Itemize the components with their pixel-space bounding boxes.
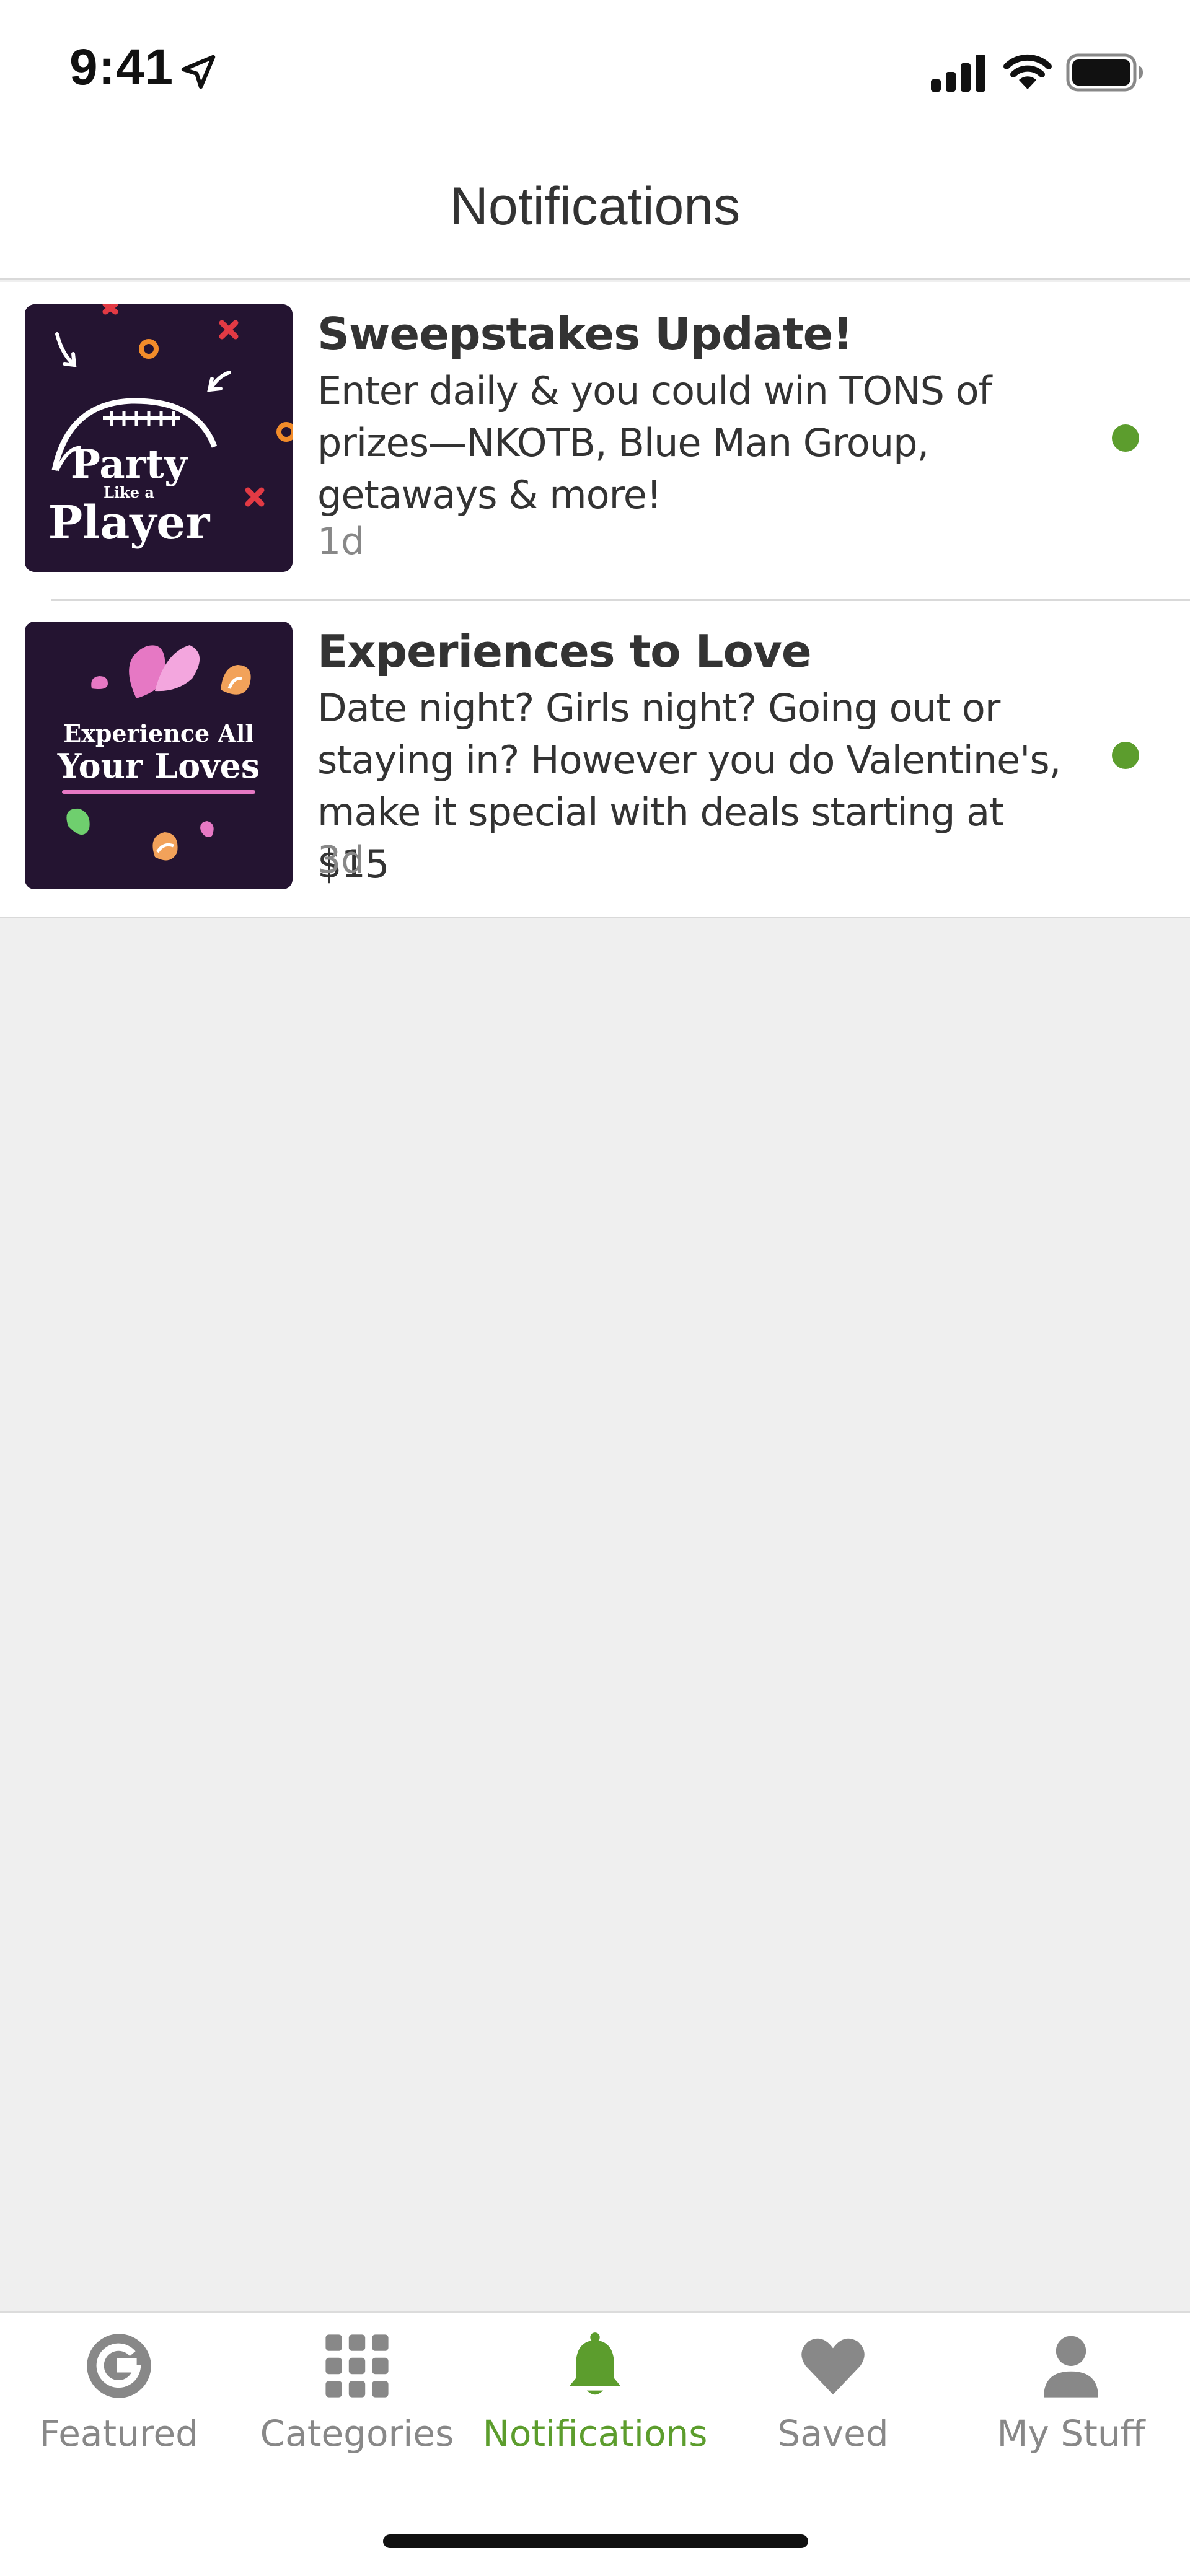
thumb-text-experience-all: Experience All bbox=[63, 719, 254, 747]
bell-icon bbox=[569, 2332, 621, 2395]
party-like-a-player-image: Party Like a Player bbox=[25, 304, 293, 572]
tab-saved[interactable]: Saved bbox=[714, 2332, 952, 2481]
location-arrow-icon bbox=[181, 55, 216, 89]
nav-header: Notifications bbox=[0, 143, 1190, 280]
grid-icon bbox=[325, 2334, 389, 2398]
thumb-text-player: Player bbox=[48, 496, 211, 550]
tab-saved-label: Saved bbox=[777, 2412, 889, 2455]
unread-dot bbox=[1112, 742, 1139, 769]
unread-dot bbox=[1112, 424, 1139, 452]
tab-featured[interactable]: Featured bbox=[0, 2332, 238, 2481]
tab-my-stuff[interactable]: My Stuff bbox=[952, 2332, 1190, 2481]
thumb-text-your-loves: Your Loves bbox=[57, 746, 260, 786]
notification-item[interactable]: Experience All Your Loves Experiences to… bbox=[0, 599, 1190, 917]
notification-time: 3d bbox=[317, 838, 365, 882]
notification-title: Sweepstakes Update! bbox=[317, 308, 853, 360]
tab-my-stuff-label: My Stuff bbox=[997, 2412, 1145, 2455]
status-bar: 9:41 bbox=[0, 0, 1190, 143]
person-icon bbox=[1044, 2336, 1098, 2398]
tab-notifications[interactable]: Notifications bbox=[476, 2332, 714, 2481]
tab-categories-label: Categories bbox=[260, 2412, 454, 2455]
g-logo-icon bbox=[87, 2334, 151, 2398]
heart-icon bbox=[801, 2338, 865, 2395]
notification-title: Experiences to Love bbox=[317, 625, 812, 677]
page-title: Notifications bbox=[449, 177, 741, 236]
experience-all-your-loves-image: Experience All Your Loves bbox=[25, 622, 293, 889]
tab-categories[interactable]: Categories bbox=[238, 2332, 476, 2481]
thumb-text-party: Party bbox=[71, 441, 188, 488]
tab-notifications-label: Notifications bbox=[482, 2412, 708, 2455]
notification-thumbnail: Experience All Your Loves bbox=[25, 622, 293, 889]
tab-featured-label: Featured bbox=[40, 2412, 198, 2455]
notification-body: Date night? Girls night? Going out or st… bbox=[317, 685, 1061, 887]
notification-list: Party Like a Player Sweepstakes Update! … bbox=[0, 282, 1190, 918]
battery-icon bbox=[1066, 53, 1143, 92]
cellular-signal-icon bbox=[931, 55, 985, 92]
notification-time: 1d bbox=[317, 520, 365, 563]
home-indicator bbox=[383, 2534, 808, 2548]
notification-body: Enter daily & you could win TONS of priz… bbox=[317, 368, 992, 517]
notification-item[interactable]: Party Like a Player Sweepstakes Update! … bbox=[0, 282, 1190, 599]
wifi-icon bbox=[1003, 54, 1052, 89]
notification-thumbnail: Party Like a Player bbox=[25, 304, 293, 572]
notifications-screen: 9:41 Notifications Party Like a Player S… bbox=[0, 0, 1190, 2576]
status-time: 9:41 bbox=[69, 39, 174, 95]
